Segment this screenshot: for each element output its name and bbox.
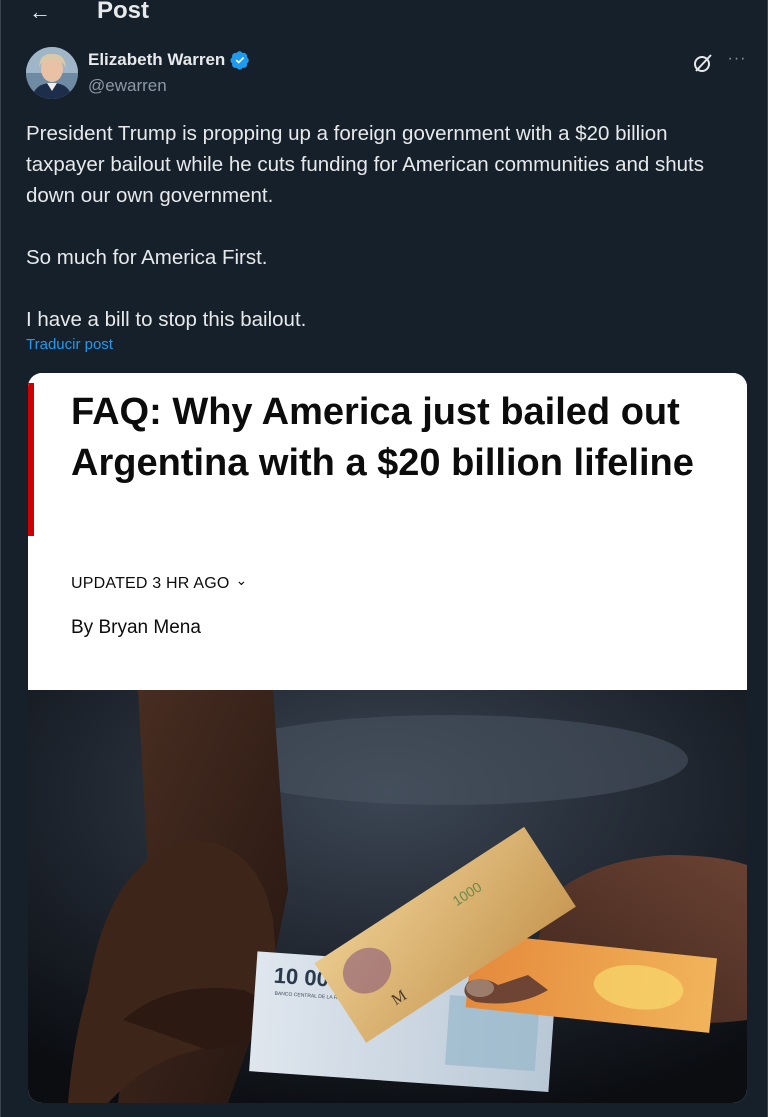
back-button[interactable]: ← [25,0,55,26]
article-accent-bar [28,383,34,536]
author-name-row: Elizabeth Warren [88,50,250,70]
post-paragraph: I have a bill to stop this bailout. [26,308,307,331]
article-updated: UPDATED 3 HR AGO ⌄ [71,572,248,593]
post-paragraph: So much for America First. [26,246,268,269]
article-photo: 10 000 BANCO CENTRAL DE LA REPÚBLICA ARG… [28,690,747,1103]
post-text: President Trump is propping up a foreign… [26,118,741,335]
author-name[interactable]: Elizabeth Warren [88,50,225,70]
grok-icon [694,54,712,72]
article-header: FAQ: Why America just bailed out Argenti… [28,373,747,690]
translate-post-link[interactable]: Traducir post [26,336,113,353]
grok-button[interactable] [691,52,715,74]
article-updated-text: UPDATED 3 HR AGO [71,575,230,592]
page-title: Post [97,0,150,24]
page-header: ← Post [1,0,768,28]
arrow-left-icon: ← [29,0,51,24]
more-icon: ··· [727,50,747,67]
more-options-button[interactable]: ··· [725,50,749,72]
verified-badge-icon [230,51,250,70]
article-card[interactable]: FAQ: Why America just bailed out Argenti… [28,373,747,1103]
post-paragraph: President Trump is propping up a foreign… [26,122,705,207]
article-headline: FAQ: Why America just bailed out Argenti… [71,391,694,484]
avatar[interactable] [26,47,78,99]
avatar-image [26,47,78,99]
chevron-down-icon[interactable]: ⌄ [236,572,248,589]
article-byline: By Bryan Mena [71,617,201,638]
post-detail-view: ← Post Elizabeth Warren @ewarren ··· Pre… [0,0,768,1117]
author-handle[interactable]: @ewarren [88,76,167,96]
